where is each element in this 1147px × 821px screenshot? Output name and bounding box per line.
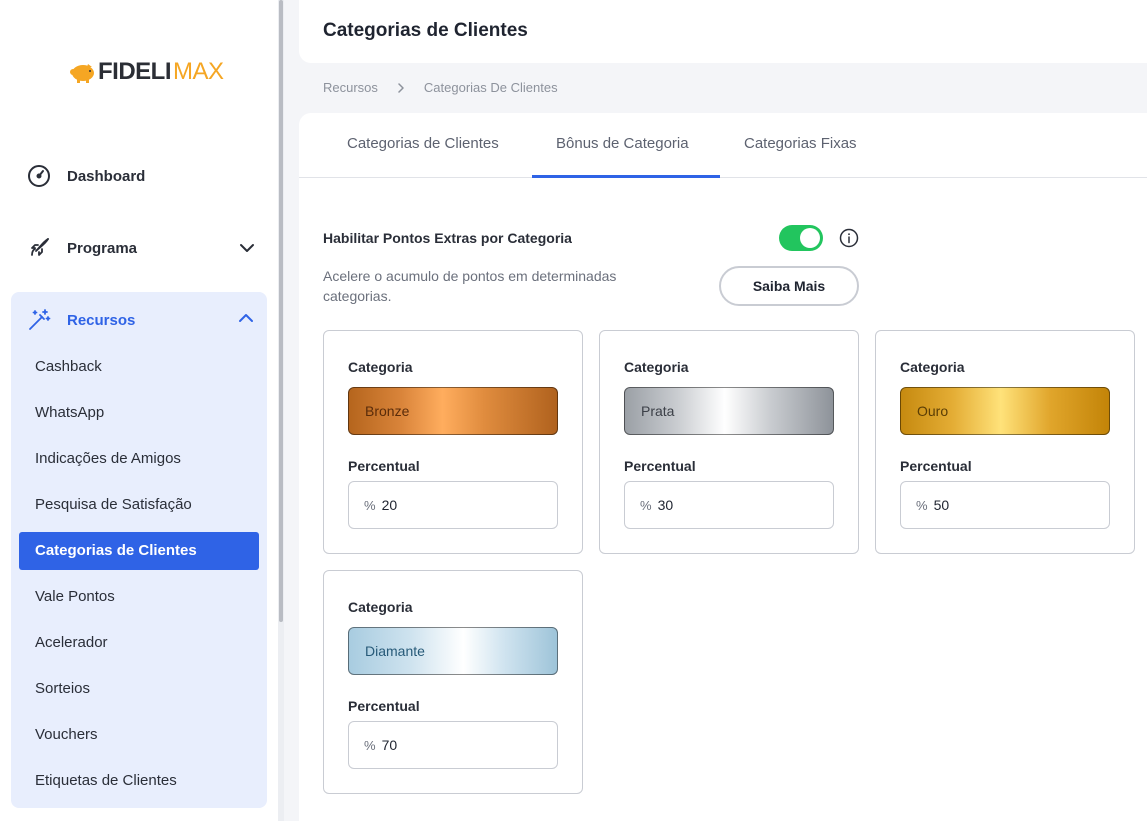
sidebar-item-vale-pontos[interactable]: Vale Pontos [19, 578, 259, 616]
percent-symbol: % [364, 497, 376, 513]
percent-symbol: % [640, 497, 652, 513]
categoria-label: Categoria [900, 359, 965, 375]
percent-value: 20 [381, 497, 398, 513]
percentual-label: Percentual [624, 458, 696, 474]
sidebar-item-pesquisa[interactable]: Pesquisa de Satisfação [19, 486, 259, 524]
extra-points-toggle[interactable] [779, 225, 823, 251]
percentual-label: Percentual [348, 458, 420, 474]
percentual-label: Percentual [900, 458, 972, 474]
percent-input-ouro[interactable]: % 50 [900, 481, 1110, 529]
nav-dashboard[interactable]: Dashboard [26, 163, 145, 189]
category-card-diamante: Categoria Diamante Percentual % 70 [323, 570, 583, 794]
fidelimax-logo[interactable]: FIDELI MAX [68, 58, 224, 86]
active-tab-indicator [532, 175, 720, 178]
category-swatch-bronze: Bronze [348, 387, 558, 435]
sidebar-item-categorias[interactable]: Categorias de Clientes [19, 532, 259, 570]
sidebar: FIDELI MAX Dashboard Programa Recursos C… [0, 0, 284, 821]
sidebar-item-cashback[interactable]: Cashback [19, 348, 259, 386]
chevron-up-icon[interactable] [237, 309, 255, 327]
percent-value: 50 [933, 497, 950, 513]
breadcrumb-recursos[interactable]: Recursos [323, 80, 378, 95]
percent-input-diamante[interactable]: % 70 [348, 721, 558, 769]
percent-input-bronze[interactable]: % 20 [348, 481, 558, 529]
nav-recursos[interactable]: Recursos [26, 307, 256, 333]
sidebar-item-whatsapp[interactable]: WhatsApp [19, 394, 259, 432]
sidebar-scrollbar[interactable] [278, 0, 284, 821]
tab-bonus-categoria[interactable]: Bônus de Categoria [556, 135, 689, 152]
category-swatch-diamante: Diamante [348, 627, 558, 675]
percentual-label: Percentual [348, 698, 420, 714]
sidebar-item-sorteios[interactable]: Sorteios [19, 670, 259, 708]
category-swatch-ouro: Ouro [900, 387, 1110, 435]
category-card-prata: Categoria Prata Percentual % 30 [599, 330, 859, 554]
nav-recursos-label: Recursos [67, 311, 136, 329]
saiba-mais-button[interactable]: Saiba Mais [719, 266, 859, 306]
percent-symbol: % [364, 737, 376, 753]
category-card-ouro: Categoria Ouro Percentual % 50 [875, 330, 1135, 554]
chevron-down-icon[interactable] [238, 239, 256, 257]
page-title: Categorias de Clientes [323, 20, 528, 41]
percent-value: 30 [657, 497, 674, 513]
category-swatch-prata: Prata [624, 387, 834, 435]
logo-text-fideli: FIDELI [98, 58, 172, 85]
main-card: Categorias de Clientes Bônus de Categori… [299, 113, 1147, 821]
breadcrumb-categorias: Categorias De Clientes [423, 80, 558, 95]
gauge-icon [26, 163, 52, 189]
tab-categorias-clientes[interactable]: Categorias de Clientes [347, 135, 499, 152]
percent-symbol: % [916, 497, 928, 513]
percent-value: 70 [381, 737, 398, 753]
tab-bar: Categorias de Clientes Bônus de Categori… [299, 113, 1147, 178]
nav-dashboard-label: Dashboard [67, 167, 146, 185]
toggle-label: Habilitar Pontos Extras por Categoria [323, 230, 572, 246]
categoria-label: Categoria [348, 359, 413, 375]
logo-text-max: MAX [173, 58, 224, 85]
scrollbar-thumb[interactable] [279, 0, 283, 622]
recursos-submenu: Recursos Cashback WhatsApp Indicações de… [11, 292, 267, 808]
nav-programa-label: Programa [67, 239, 138, 257]
sidebar-item-vouchers[interactable]: Vouchers [19, 716, 259, 754]
sidebar-item-indicacoes[interactable]: Indicações de Amigos [19, 440, 259, 478]
toggle-description: Acelere o acumulo de pontos em determina… [323, 268, 617, 304]
nav-programa[interactable]: Programa [26, 235, 254, 261]
piggy-bank-icon [70, 64, 94, 83]
sidebar-item-etiquetas[interactable]: Etiquetas de Clientes [19, 762, 259, 800]
tab-categorias-fixas[interactable]: Categorias Fixas [744, 135, 857, 152]
magic-wand-icon [26, 307, 52, 333]
sidebar-item-acelerador[interactable]: Acelerador [19, 624, 259, 662]
categoria-label: Categoria [624, 359, 689, 375]
rocket-icon [26, 235, 52, 261]
info-icon[interactable] [839, 228, 859, 248]
categoria-label: Categoria [348, 599, 413, 615]
toggle-knob [800, 228, 820, 248]
breadcrumb: Recursos Categorias De Clientes [323, 80, 558, 95]
chevron-right-icon [398, 82, 404, 93]
percent-input-prata[interactable]: % 30 [624, 481, 834, 529]
category-card-bronze: Categoria Bronze Percentual % 20 [323, 330, 583, 554]
page-header: Categorias de Clientes [299, 0, 1147, 63]
